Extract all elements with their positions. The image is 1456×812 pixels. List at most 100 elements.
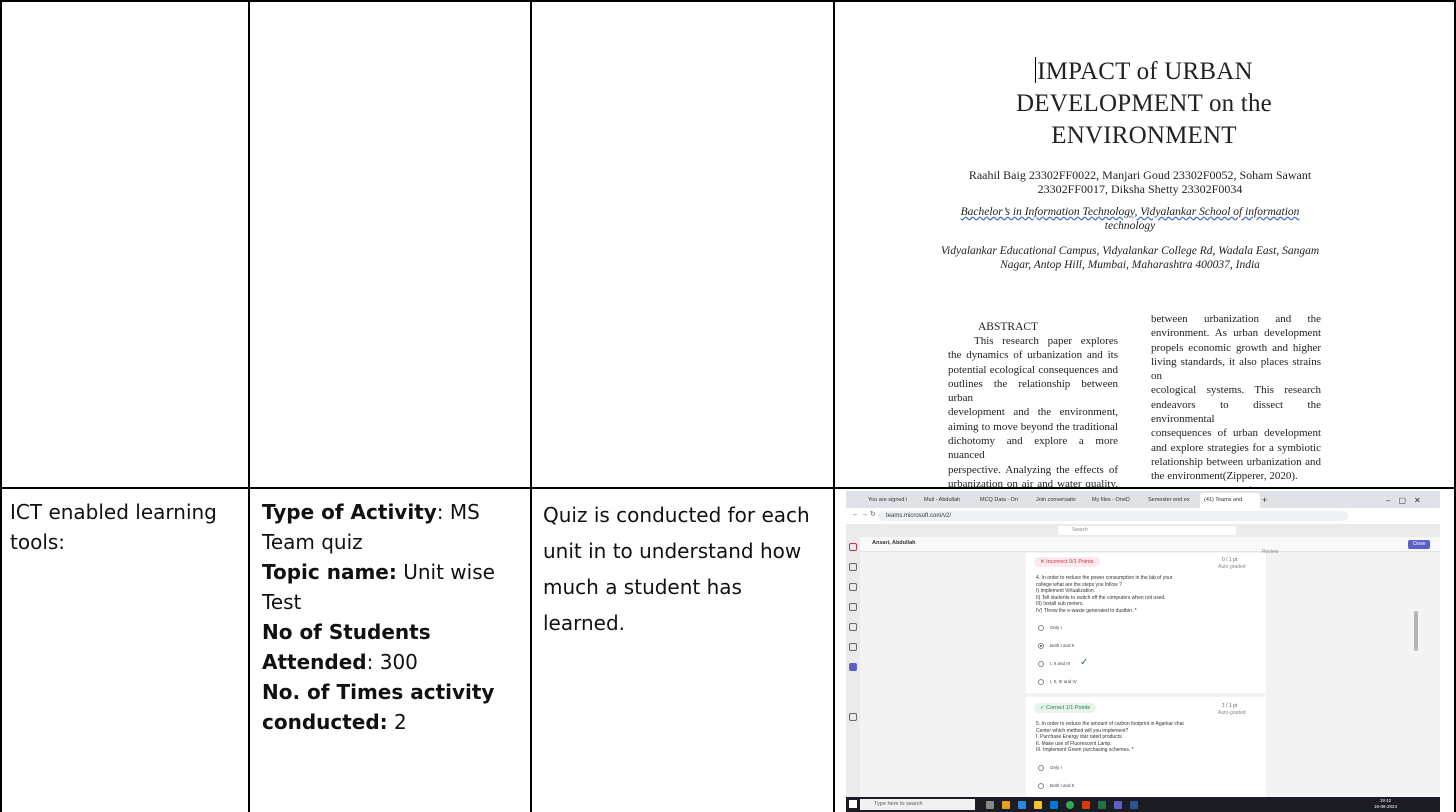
taskbar-app-icon[interactable] [1050, 801, 1058, 809]
auto-graded-label: Auto-graded [1218, 564, 1246, 570]
abstract-left-column: This research paper explores the dynamics… [948, 334, 1118, 487]
table-row-divider [0, 487, 1456, 489]
browser-tab-active[interactable]: (41) Teams and [1200, 493, 1260, 508]
browser-tab[interactable]: Join conversatio [1032, 493, 1088, 508]
research-paper-screenshot: IMPACT of URBAN DEVELOPMENT on the ENVIR… [840, 8, 1448, 487]
paper-text-line: living standards, it also places strains… [1151, 355, 1321, 383]
taskbar-app-icon[interactable] [1002, 801, 1010, 809]
times-conducted-line: No. of Times activity conducted: 2 [262, 677, 526, 737]
task-view-icon[interactable] [986, 801, 994, 809]
paper-text-line: and explore strategies for a symbiotic [1151, 441, 1321, 454]
paper-affiliation-1: Bachelor’s in Information Technology, Vi… [960, 206, 1300, 232]
cell-activity-details: Type of Activity: MS Team quiz Topic nam… [262, 497, 526, 737]
browser-tab[interactable]: You are signed i [864, 493, 920, 508]
taskbar-app-icon[interactable] [1130, 801, 1138, 809]
paper-text-line: development and the environment, [948, 406, 1118, 419]
paper-affiliation-2: Vidyalankar Educational Campus, Vidyalan… [940, 245, 1320, 271]
apps-icon[interactable] [849, 713, 857, 721]
activity-type-label: Type of Activity [262, 500, 437, 524]
students-attended-value: 300 [379, 650, 418, 674]
calls-icon[interactable] [849, 623, 857, 631]
abstract-right-column: between urbanization and the environment.… [1151, 312, 1321, 487]
option-radio-selected[interactable] [1038, 643, 1044, 649]
browser-tab[interactable]: MCQ Data - Dri [976, 493, 1032, 508]
table-border-left [0, 0, 2, 812]
option-radio[interactable] [1038, 783, 1044, 789]
paper-text-line: urbanization on air and water quality, [948, 477, 1118, 487]
cell-category: ICT enabled learning tools: [10, 500, 217, 554]
chrome-icon[interactable] [1066, 801, 1074, 809]
question-text: 4. In order to reduce the power consumpt… [1036, 575, 1173, 614]
abstract-heading: ABSTRACT [978, 321, 1039, 333]
question-card-4: ✕ Incorrect 0/1 Points 0 / 1 pt Review A… [1026, 549, 1278, 693]
url-input[interactable]: teams.microsoft.com/v2/ [878, 511, 1348, 521]
chat-icon[interactable] [849, 563, 857, 571]
review-label[interactable]: Review [1262, 549, 1278, 556]
option-label: Only I [1050, 625, 1062, 630]
paper-text-line: endeavors to dissect the environmental [1151, 398, 1321, 426]
paper-text-line: consequences of urban development [1151, 427, 1321, 440]
paper-text-line: For quick reference, below [1151, 484, 1321, 487]
taskbar-app-icon[interactable] [1098, 801, 1106, 809]
windows-start-icon[interactable] [849, 800, 857, 808]
cell-description: Quiz is conducted for each unit in to un… [543, 503, 810, 635]
teams-icon[interactable] [849, 583, 857, 591]
times-conducted-label: No. of Times activity conducted: [262, 680, 495, 734]
taskbar-app-icon[interactable] [1114, 801, 1122, 809]
option-label: Both I and II [1050, 783, 1075, 788]
calendar-icon[interactable] [849, 603, 857, 611]
user-name: Ansari, Abdullah [872, 540, 916, 546]
paper-text-line: the environment(Zipperer, 2020). [1151, 470, 1298, 483]
table-column-divider-3 [833, 0, 835, 812]
windows-taskbar: Type here to search 19:42 16-06-2024 [846, 797, 1440, 812]
back-forward-icon[interactable]: ← → ↻ [852, 510, 876, 518]
auto-graded-label: Auto-graded [1218, 710, 1246, 716]
quiz-header: Ansari, Abdullah Close [860, 537, 1440, 552]
onedrive-icon[interactable] [849, 643, 857, 651]
paper-text-line: This research paper explores [974, 335, 1118, 347]
paper-text-line: ecological systems. This research [1151, 384, 1321, 397]
teams-quiz-screenshot: You are signed i Mail - Abdullah MCQ Dat… [846, 491, 1440, 812]
taskbar-app-icon[interactable] [1034, 801, 1042, 809]
teams-app-rail [846, 537, 860, 797]
taskbar-search-input[interactable]: Type here to search [860, 799, 975, 810]
option-label: I, II, III and IV [1050, 679, 1077, 684]
option-radio[interactable] [1038, 625, 1044, 631]
correct-check-icon: ✓ [1080, 657, 1089, 668]
paper-text-line: relationship between urbanization and [1151, 455, 1321, 468]
window-controls[interactable]: –▢✕ [1386, 493, 1436, 508]
paper-text-line: outlines the relationship between urban [948, 377, 1118, 405]
correct-badge: ✓ Correct 1/1 Points [1034, 703, 1097, 713]
paper-text-line: perspective. Analyzing the effects of [948, 463, 1118, 476]
paper-text-line: the dynamics of urbanization and its [948, 349, 1118, 362]
option-radio[interactable] [1038, 679, 1044, 685]
paper-authors: Raahil Baig 23302FF0022, Manjari Goud 23… [968, 168, 1312, 196]
new-tab-button[interactable]: + [1262, 493, 1272, 508]
address-bar: ← → ↻ teams.microsoft.com/v2/ [846, 508, 1440, 525]
option-label: Only I [1050, 765, 1062, 770]
table-column-divider-1 [248, 0, 250, 812]
topic-name-label: Topic name: [262, 560, 397, 584]
table-border-right [1454, 0, 1456, 812]
taskbar-app-icon[interactable] [1082, 801, 1090, 809]
forms-icon[interactable] [849, 663, 857, 671]
browser-tab[interactable]: Semester end ex [1144, 493, 1200, 508]
close-button[interactable]: Close [1408, 540, 1430, 549]
scrollbar[interactable] [1414, 611, 1418, 651]
taskbar-app-icon[interactable] [1018, 801, 1026, 809]
option-radio[interactable] [1038, 661, 1044, 667]
paper-text-line: propels economic growth and higher [1151, 341, 1321, 354]
browser-tab[interactable]: Mail - Abdullah [920, 493, 976, 508]
activity-icon[interactable] [849, 543, 857, 551]
topic-name-line: Topic name: Unit wise Test [262, 557, 526, 617]
students-attended-line: No of Students Attended: 300 [262, 620, 431, 674]
taskbar-clock[interactable]: 19:42 16-06-2024 [1374, 798, 1397, 810]
question-text: 5. In order to reduce the amount of carb… [1036, 721, 1184, 753]
option-label: I, II and III [1050, 661, 1071, 666]
teams-search-input[interactable]: Search [1058, 526, 1236, 535]
browser-tab[interactable]: My files - OneD [1088, 493, 1144, 508]
browser-tab-bar: You are signed i Mail - Abdullah MCQ Dat… [846, 491, 1440, 508]
points-label: 0 / 1 pt [1222, 557, 1238, 563]
paper-text-line: aiming to move beyond the traditional [948, 420, 1118, 433]
option-radio[interactable] [1038, 765, 1044, 771]
